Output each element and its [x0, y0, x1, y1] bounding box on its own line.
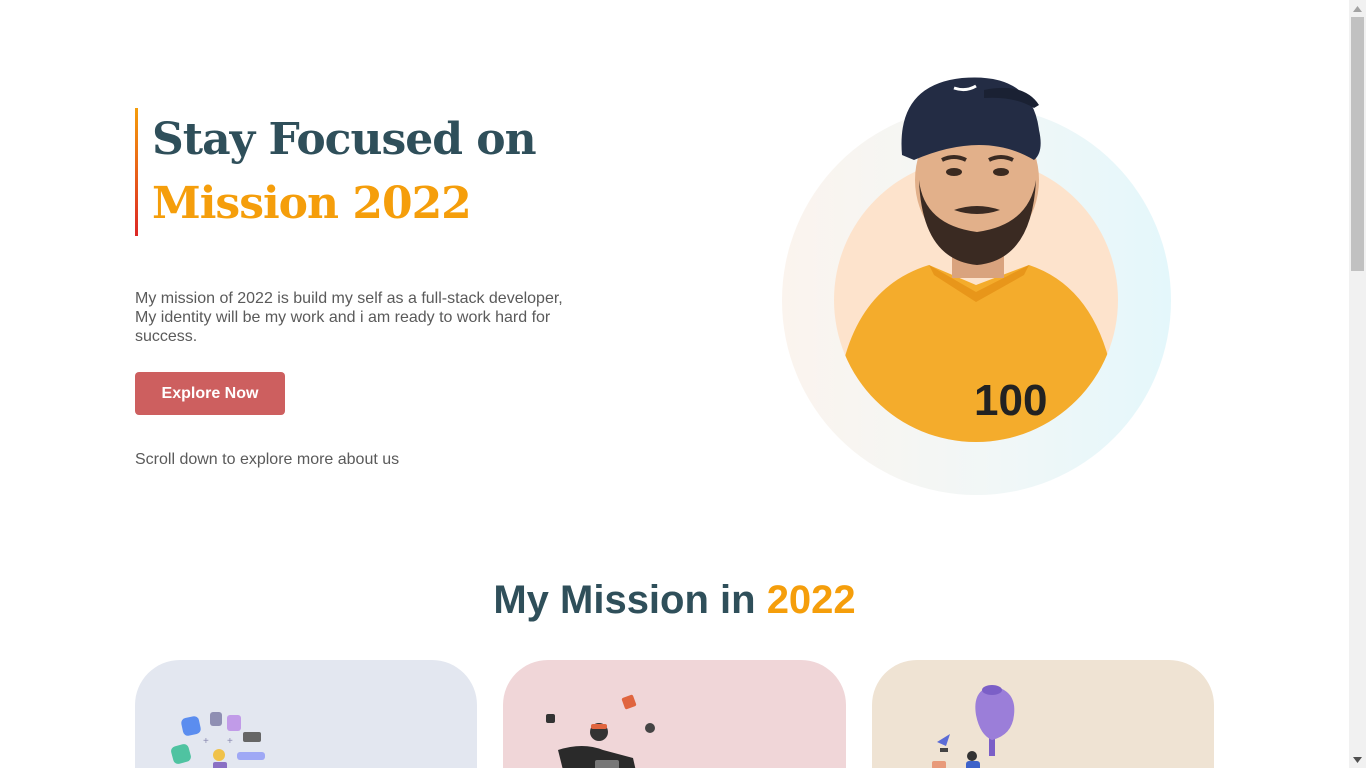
mission-title: My Mission in 2022	[0, 578, 1349, 623]
hero-title-line1: Stay Focused on	[152, 114, 537, 165]
mission-card-2[interactable]	[503, 660, 846, 768]
scrollbar-thumb[interactable]	[1351, 17, 1364, 271]
scroll-note: Scroll down to explore more about us	[135, 451, 400, 468]
growth-illustration-icon	[932, 685, 1015, 768]
mission-card-1[interactable]: + +	[135, 660, 477, 768]
svg-text:+: +	[227, 736, 233, 747]
avatar: 100	[834, 60, 1119, 445]
developer-illustration-icon	[546, 694, 655, 768]
svg-text:100: 100	[974, 376, 1047, 425]
mission-card-3[interactable]	[872, 660, 1214, 768]
apps-illustration-icon: + +	[171, 712, 265, 768]
page: Stay Focused on Mission 2022 My mission …	[0, 0, 1349, 768]
hero-description: My mission of 2022 is build my self as a…	[135, 290, 563, 345]
mission-title-prefix: My Mission in	[493, 578, 767, 622]
hero-title-line2: Mission 2022	[152, 178, 472, 229]
page-scrollbar[interactable]	[1349, 0, 1366, 768]
scroll-up-arrow-icon[interactable]	[1349, 0, 1366, 17]
explore-now-button[interactable]: Explore Now	[135, 372, 285, 415]
hero-title: Stay Focused on Mission 2022	[135, 108, 537, 236]
scroll-down-arrow-icon[interactable]	[1349, 751, 1366, 768]
svg-text:+: +	[203, 736, 209, 747]
mission-title-year: 2022	[766, 578, 856, 622]
avatar-icon: 100	[834, 77, 1118, 442]
